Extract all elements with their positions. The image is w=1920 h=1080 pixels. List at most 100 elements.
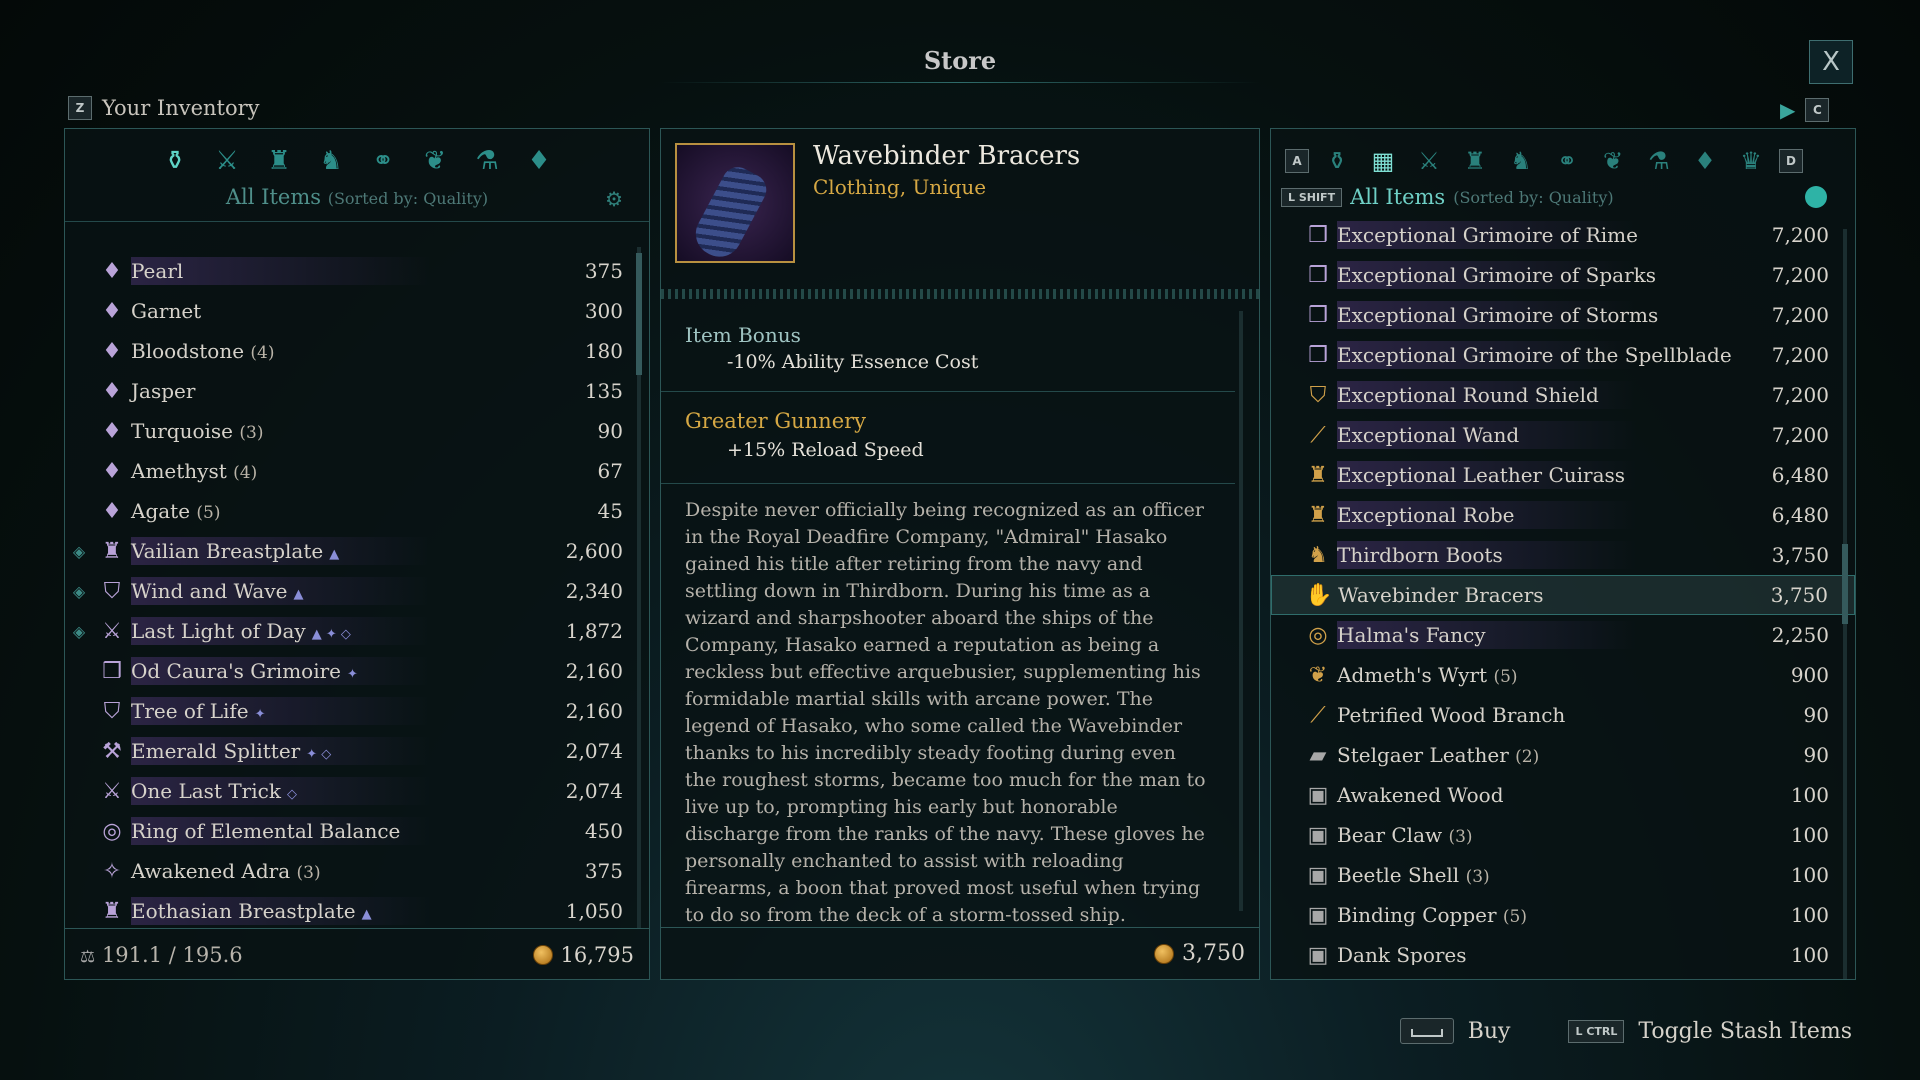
- list-item[interactable]: ❒ Exceptional Grimoire of Sparks 7,200: [1271, 255, 1855, 295]
- item-label: Bloodstone: [131, 339, 245, 363]
- detail-scrollbar[interactable]: [1239, 311, 1243, 911]
- store-scroll-thumb[interactable]: [1842, 544, 1848, 624]
- weapons-icon[interactable]: ⚔: [209, 143, 245, 179]
- item-value: 2,340: [565, 579, 623, 603]
- item-name: Awakened Adra (3): [131, 859, 549, 883]
- armor-icon: ♜: [1308, 462, 1328, 488]
- item-count: (4): [250, 343, 275, 363]
- item-label: Exceptional Wand: [1337, 423, 1520, 447]
- inventory-scroll-thumb[interactable]: [636, 253, 642, 375]
- buy-hint[interactable]: Buy: [1468, 1019, 1511, 1044]
- accessories-icon[interactable]: ⚭: [365, 143, 401, 179]
- list-item[interactable]: ❒ Od Caura's Grimoire ✦ 2,160: [65, 651, 649, 691]
- list-item[interactable]: ♜ Exceptional Robe 6,480: [1271, 495, 1855, 535]
- item-type: Clothing, Unique: [813, 175, 987, 199]
- list-item[interactable]: ♦ Bloodstone (4) 180: [65, 331, 649, 371]
- item-count: (3): [1465, 867, 1490, 887]
- axe-icon: ⚒: [102, 738, 122, 764]
- toggle-stash-hint[interactable]: Toggle Stash Items: [1638, 1019, 1852, 1044]
- item-label: Exceptional Grimoire of Storms: [1337, 303, 1659, 327]
- item-value: 135: [584, 379, 623, 403]
- list-item[interactable]: ♦ Agate (5) 45: [65, 491, 649, 531]
- list-item[interactable]: ✋ Wavebinder Bracers 3,750: [1271, 575, 1855, 615]
- close-button[interactable]: X: [1809, 40, 1853, 84]
- list-item[interactable]: ❒ Exceptional Grimoire of Rime 7,200: [1271, 215, 1855, 255]
- list-item[interactable]: ◎ Halma's Fancy 2,250: [1271, 615, 1855, 655]
- list-item[interactable]: ⚔ One Last Trick ◇ 2,074: [65, 771, 649, 811]
- all-items-icon[interactable]: ⚱: [1319, 143, 1355, 179]
- list-item[interactable]: ♞ Thirdborn Boots 3,750: [1271, 535, 1855, 575]
- inventory-footer: ⚖ 191.1 / 195.6 16,795: [64, 928, 650, 980]
- list-item[interactable]: ♜ Eothasian Breastplate ▲ 1,050: [65, 891, 649, 929]
- list-item[interactable]: ❒ Exceptional Grimoire of the Spellblade 7…: [1271, 335, 1855, 375]
- gems-icon[interactable]: ♦: [521, 143, 557, 179]
- item-label: Binding Copper: [1337, 903, 1497, 927]
- gems-icon[interactable]: ♦: [1687, 143, 1723, 179]
- item-name: Last Light of Day ▲ ✦ ◇: [131, 619, 549, 643]
- sort-options-icon[interactable]: ⚙: [605, 187, 623, 211]
- clothing-icon[interactable]: ♞: [313, 143, 349, 179]
- item-name: Stelgaer Leather (2): [1337, 743, 1755, 767]
- clothing-icon[interactable]: ♞: [1503, 143, 1539, 179]
- item-label: Wavebinder Bracers: [1338, 583, 1544, 607]
- enchant-line: +15% Reload Speed: [727, 439, 924, 461]
- item-label: Awakened Adra: [131, 859, 291, 883]
- list-item[interactable]: ♦ Garnet 300: [65, 291, 649, 331]
- store-filter-label[interactable]: All Items: [1350, 185, 1445, 209]
- list-item[interactable]: ✧ Awakened Adra (3) 375: [65, 851, 649, 891]
- item-label: Garnet: [131, 299, 202, 323]
- item-value: 7,200: [1771, 423, 1829, 447]
- list-item[interactable]: ▣ Dank Spores 100: [1271, 935, 1855, 966]
- list-item[interactable]: ♦ Turquoise (3) 90: [65, 411, 649, 451]
- all-items-icon[interactable]: ⚱: [157, 143, 193, 179]
- store-title: Store: [923, 46, 997, 75]
- list-item[interactable]: ⟋ Petrified Wood Branch 90: [1271, 695, 1855, 735]
- armor-icon[interactable]: ♜: [1457, 143, 1493, 179]
- list-item[interactable]: ⛉ Tree of Life ✦ 2,160: [65, 691, 649, 731]
- item-name: One Last Trick ◇: [131, 779, 549, 803]
- list-item[interactable]: ♜ Exceptional Leather Cuirass 6,480: [1271, 455, 1855, 495]
- crown-icon[interactable]: ♛: [1733, 143, 1769, 179]
- next-arrow-icon[interactable]: ▶: [1780, 98, 1795, 122]
- item-count: (2): [1515, 747, 1540, 767]
- list-item[interactable]: ▣ Beetle Shell (3) 100: [1271, 855, 1855, 895]
- inventory-sort-label: (Sorted by: Quality): [327, 189, 489, 208]
- weapons-icon[interactable]: ⚔: [1411, 143, 1447, 179]
- list-item[interactable]: ▣ Awakened Wood 100: [1271, 775, 1855, 815]
- item-value: 67: [597, 459, 623, 483]
- ingredients-icon[interactable]: ⚗: [1641, 143, 1677, 179]
- item-value: 1,050: [565, 899, 623, 923]
- list-item[interactable]: ◎ Ring of Elemental Balance 450: [65, 811, 649, 851]
- gem-icon: ♦: [102, 298, 122, 324]
- list-item[interactable]: ▰ Stelgaer Leather (2) 90: [1271, 735, 1855, 775]
- list-item[interactable]: ◈ ⛉ Wind and Wave ▲ 2,340: [65, 571, 649, 611]
- ingredients-icon[interactable]: ⚗: [469, 143, 505, 179]
- list-item[interactable]: ♦ Amethyst (4) 67: [65, 451, 649, 491]
- list-item[interactable]: ♦ Jasper 135: [65, 371, 649, 411]
- divider: [661, 483, 1235, 484]
- list-item[interactable]: ❦ Admeth's Wyrt (5) 900: [1271, 655, 1855, 695]
- list-item[interactable]: ⟋ Exceptional Wand 7,200: [1271, 415, 1855, 455]
- list-item[interactable]: ⛉ Exceptional Round Shield 7,200: [1271, 375, 1855, 415]
- inventory-filter-label[interactable]: All Items: [226, 185, 321, 209]
- consumables-icon[interactable]: ❦: [1595, 143, 1631, 179]
- item-price-footer: 3,750: [661, 927, 1259, 979]
- list-item[interactable]: ▣ Binding Copper (5) 100: [1271, 895, 1855, 935]
- item-name: Halma's Fancy: [1337, 623, 1755, 647]
- item-value: 2,250: [1771, 623, 1829, 647]
- item-value: 100: [1790, 783, 1829, 807]
- armor-icon[interactable]: ♜: [261, 143, 297, 179]
- gem-icon: ♦: [102, 418, 122, 444]
- consumables-icon[interactable]: ❦: [417, 143, 453, 179]
- list-item[interactable]: ♦ Pearl 375: [65, 251, 649, 291]
- list-item[interactable]: ⚒ Emerald Splitter ✦ ◇ 2,074: [65, 731, 649, 771]
- accessories-icon[interactable]: ⚭: [1549, 143, 1585, 179]
- list-item[interactable]: ◈ ♜ Vailian Breastplate ▲ 2,600: [65, 531, 649, 571]
- list-item[interactable]: ◈ ⚔ Last Light of Day ▲ ✦ ◇ 1,872: [65, 611, 649, 651]
- list-item[interactable]: ▣ Bear Claw (3) 100: [1271, 815, 1855, 855]
- sort-options-icon[interactable]: [1805, 186, 1827, 208]
- list-item[interactable]: ❒ Exceptional Grimoire of Storms 7,200: [1271, 295, 1855, 335]
- store-chest-icon[interactable]: ▦: [1365, 143, 1401, 179]
- ring-icon: ◎: [102, 818, 122, 844]
- item-count: (3): [1448, 827, 1473, 847]
